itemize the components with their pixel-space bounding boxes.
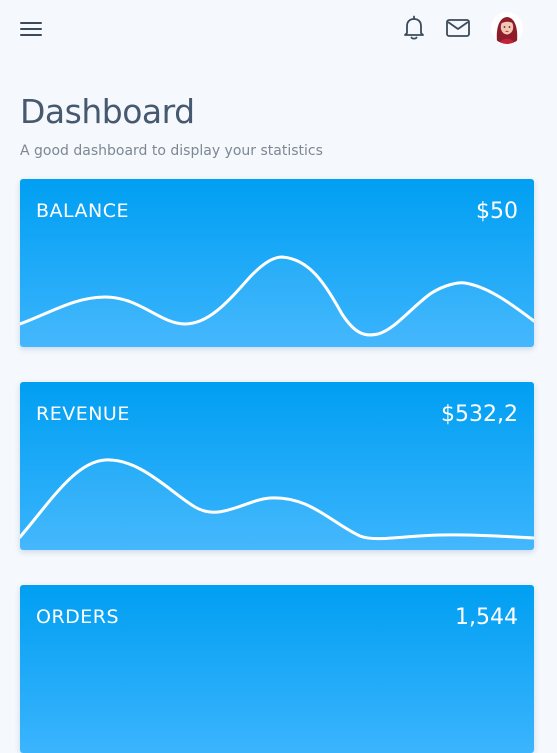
mail-icon[interactable] (445, 16, 471, 40)
card-label: REVENUE (36, 403, 130, 425)
page-subtitle: A good dashboard to display your statist… (20, 143, 323, 159)
revenue-card[interactable]: REVENUE $532,2 (20, 382, 534, 550)
card-value: 1,544 (455, 605, 518, 630)
page-title: Dashboard (20, 92, 195, 131)
orders-card[interactable]: ORDERS 1,544 (20, 585, 534, 753)
card-value: $532,2 (441, 402, 518, 427)
card-label: ORDERS (36, 606, 120, 628)
menu-icon[interactable] (20, 18, 42, 40)
bell-icon[interactable] (401, 14, 427, 42)
card-value: $50 (476, 199, 518, 224)
user-avatar[interactable] (491, 12, 523, 44)
card-label: BALANCE (36, 200, 130, 222)
balance-card[interactable]: BALANCE $50 (20, 179, 534, 347)
top-bar (0, 0, 557, 60)
